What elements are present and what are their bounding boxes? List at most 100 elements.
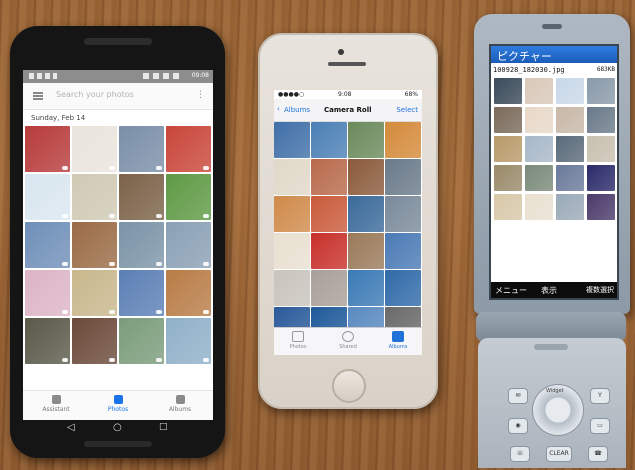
android-photo-grid	[25, 126, 211, 364]
android-photo-thumbnail[interactable]	[119, 318, 164, 364]
iphone-photo-thumbnail[interactable]	[274, 159, 310, 195]
soft-key-view[interactable]: 表示	[541, 285, 557, 296]
flip-photo-thumbnail[interactable]	[556, 78, 584, 104]
flip-photo-thumbnail[interactable]	[556, 107, 584, 133]
flip-photo-thumbnail[interactable]	[556, 194, 584, 220]
flip-photo-thumbnail[interactable]	[525, 194, 553, 220]
dpad[interactable]: Widget	[532, 384, 584, 436]
flip-photo-thumbnail[interactable]	[494, 78, 522, 104]
android-photo-thumbnail[interactable]	[166, 270, 211, 316]
hamburger-menu-icon[interactable]	[33, 92, 43, 100]
flip-photo-thumbnail[interactable]	[525, 165, 553, 191]
end-call-key-icon[interactable]: ☎	[588, 446, 608, 462]
camera-key-icon[interactable]: ◉	[508, 418, 528, 434]
android-photo-thumbnail[interactable]	[119, 174, 164, 220]
android-photo-thumbnail[interactable]	[119, 126, 164, 172]
soft-key-multi-select[interactable]: 複数選択	[586, 285, 614, 295]
iphone-photo-thumbnail[interactable]	[311, 233, 347, 269]
iphone-photo-thumbnail[interactable]	[385, 270, 421, 306]
tv-key-icon[interactable]: ▭	[590, 418, 610, 434]
iphone-photo-thumbnail[interactable]	[311, 159, 347, 195]
flip-photo-thumbnail[interactable]	[525, 78, 553, 104]
back-chevron-icon[interactable]: ‹	[277, 105, 280, 113]
iphone-photo-thumbnail[interactable]	[274, 196, 310, 232]
yahoo-key-icon[interactable]: Y	[590, 388, 610, 404]
android-photo-thumbnail[interactable]	[72, 270, 117, 316]
tab-albums[interactable]: Albums	[155, 395, 205, 413]
recents-icon[interactable]: □	[159, 422, 168, 432]
flip-photo-thumbnail[interactable]	[587, 107, 615, 133]
iphone-photo-thumbnail[interactable]	[348, 270, 384, 306]
photos-tab-icon	[292, 331, 304, 342]
android-photo-thumbnail[interactable]	[166, 126, 211, 172]
cloud-backup-icon	[156, 214, 162, 218]
search-placeholder[interactable]: Search your photos	[56, 90, 134, 99]
clear-key[interactable]: CLEAR	[546, 446, 572, 462]
back-albums-button[interactable]: Albums	[284, 106, 310, 114]
iphone-photo-thumbnail[interactable]	[385, 233, 421, 269]
android-photo-thumbnail[interactable]	[72, 174, 117, 220]
iphone-photo-thumbnail[interactable]	[385, 159, 421, 195]
flip-photo-thumbnail[interactable]	[494, 136, 522, 162]
android-photo-thumbnail[interactable]	[166, 222, 211, 268]
flip-photo-thumbnail[interactable]	[525, 136, 553, 162]
iphone-photo-thumbnail[interactable]	[385, 122, 421, 158]
android-photo-thumbnail[interactable]	[119, 222, 164, 268]
flip-photo-thumbnail[interactable]	[556, 136, 584, 162]
flip-photo-thumbnail[interactable]	[587, 194, 615, 220]
iphone-photo-thumbnail[interactable]	[274, 233, 310, 269]
android-photo-thumbnail[interactable]	[72, 222, 117, 268]
tab-albums[interactable]: Albums	[378, 331, 418, 350]
android-photo-thumbnail[interactable]	[25, 270, 70, 316]
android-photo-thumbnail[interactable]	[25, 222, 70, 268]
flip-screen: ピクチャー 100928_182030.jpg 683KB メニュー 表示 複数…	[489, 44, 619, 300]
tab-photos[interactable]: Photos	[278, 331, 318, 350]
cloud-backup-icon	[62, 310, 68, 314]
android-phone: 09:08 Search your photos ⋮ Sunday, Feb 1…	[10, 26, 225, 458]
select-button[interactable]: Select	[396, 106, 418, 114]
file-info: 100928_182030.jpg 683KB	[491, 64, 617, 76]
cloud-backup-icon	[203, 262, 209, 266]
android-photo-thumbnail[interactable]	[166, 174, 211, 220]
call-key-icon[interactable]: ☏	[510, 446, 530, 462]
flip-photo-thumbnail[interactable]	[587, 136, 615, 162]
android-photo-thumbnail[interactable]	[72, 126, 117, 172]
tab-shared[interactable]: Shared	[328, 331, 368, 350]
android-photo-thumbnail[interactable]	[25, 126, 70, 172]
cloud-backup-icon	[109, 310, 115, 314]
flip-photo-thumbnail[interactable]	[587, 78, 615, 104]
soft-key-menu[interactable]: メニュー	[495, 285, 527, 296]
shared-cloud-icon	[342, 331, 354, 342]
iphone-photo-thumbnail[interactable]	[348, 159, 384, 195]
flip-photo-thumbnail[interactable]	[525, 107, 553, 133]
iphone-photo-thumbnail[interactable]	[348, 233, 384, 269]
photos-search-bar[interactable]: Search your photos ⋮	[23, 83, 213, 110]
tab-assistant[interactable]: Assistant	[31, 395, 81, 413]
iphone-photo-thumbnail[interactable]	[348, 122, 384, 158]
iphone-photo-thumbnail[interactable]	[274, 122, 310, 158]
more-options-icon[interactable]: ⋮	[196, 90, 205, 100]
android-photo-thumbnail[interactable]	[25, 174, 70, 220]
tab-photos[interactable]: Photos	[93, 395, 143, 413]
file-size: 683KB	[596, 66, 615, 73]
android-photo-thumbnail[interactable]	[25, 318, 70, 364]
cloud-backup-icon	[156, 310, 162, 314]
iphone-photo-thumbnail[interactable]	[311, 270, 347, 306]
iphone-photo-thumbnail[interactable]	[274, 270, 310, 306]
iphone-photo-thumbnail[interactable]	[385, 196, 421, 232]
home-icon[interactable]: ○	[113, 422, 122, 433]
back-icon[interactable]: ◁	[67, 422, 75, 433]
flip-photo-thumbnail[interactable]	[494, 165, 522, 191]
iphone-photo-thumbnail[interactable]	[348, 196, 384, 232]
flip-photo-thumbnail[interactable]	[587, 165, 615, 191]
flip-photo-thumbnail[interactable]	[556, 165, 584, 191]
iphone-photo-thumbnail[interactable]	[311, 196, 347, 232]
android-photo-thumbnail[interactable]	[119, 270, 164, 316]
android-photo-thumbnail[interactable]	[166, 318, 211, 364]
iphone-photo-thumbnail[interactable]	[311, 122, 347, 158]
flip-photo-thumbnail[interactable]	[494, 107, 522, 133]
mail-key-icon[interactable]: ✉	[508, 388, 528, 404]
android-photo-thumbnail[interactable]	[72, 318, 117, 364]
flip-photo-thumbnail[interactable]	[494, 194, 522, 220]
home-button[interactable]	[332, 369, 366, 403]
